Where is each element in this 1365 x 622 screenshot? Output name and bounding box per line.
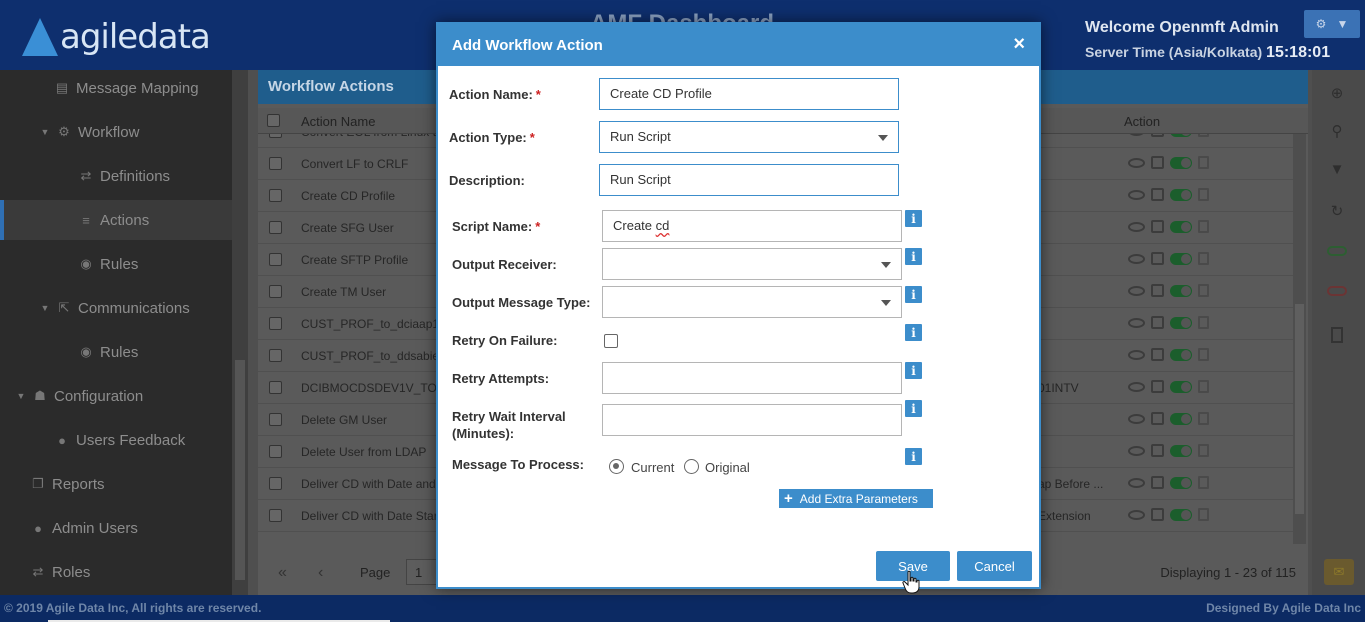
output-message-type-label: Output Message Type: — [452, 295, 591, 310]
action-type-label-text: Action Type: — [449, 130, 527, 145]
retry-wait-interval-label: Retry Wait Interval — [452, 409, 566, 424]
script-name-label-text: Script Name: — [452, 219, 533, 234]
plus-icon: + — [784, 490, 793, 507]
retry-wait-interval-input[interactable] — [602, 404, 902, 436]
script-name-misspelled-text: cd — [655, 218, 670, 233]
message-to-process-info-icon[interactable]: i — [905, 448, 922, 465]
required-marker: * — [529, 130, 535, 145]
output-message-type-info-icon[interactable]: i — [905, 286, 922, 303]
action-name-label-text: Action Name: — [449, 87, 533, 102]
original-radio[interactable] — [684, 459, 699, 474]
retry-on-failure-checkbox[interactable] — [604, 334, 618, 348]
action-type-selected-value: Run Script — [610, 129, 671, 144]
retry-attempts-info-icon[interactable]: i — [905, 362, 922, 379]
output-receiver-label: Output Receiver: — [452, 257, 557, 272]
add-extra-parameters-button[interactable]: + Add Extra Parameters — [779, 489, 933, 508]
action-name-label: Action Name: * — [449, 87, 541, 102]
dialog-header: Add Workflow Action × — [438, 24, 1039, 66]
output-message-type-select[interactable] — [602, 286, 902, 318]
retry-on-failure-info-icon[interactable]: i — [905, 324, 922, 341]
action-name-input[interactable]: Create CD Profile — [599, 78, 899, 110]
retry-attempts-label: Retry Attempts: — [452, 371, 550, 386]
add-workflow-action-dialog: Add Workflow Action × Action Name: * Crea… — [436, 22, 1041, 589]
dialog-title: Add Workflow Action — [452, 37, 603, 54]
close-icon[interactable]: × — [1013, 34, 1025, 54]
retry-on-failure-label: Retry On Failure: — [452, 333, 558, 348]
action-type-select[interactable]: Run Script — [599, 121, 899, 153]
script-name-input[interactable]: Create cd — [602, 210, 902, 242]
retry-wait-interval-info-icon[interactable]: i — [905, 400, 922, 417]
output-receiver-info-icon[interactable]: i — [905, 248, 922, 265]
current-radio[interactable] — [609, 459, 624, 474]
script-name-info-icon[interactable]: i — [905, 210, 922, 227]
add-extra-parameters-label: Add Extra Parameters — [799, 491, 918, 506]
hand-cursor-icon — [902, 570, 920, 594]
action-type-label: Action Type: * — [449, 130, 535, 145]
retry-attempts-input[interactable] — [602, 362, 902, 394]
cancel-button[interactable]: Cancel — [957, 551, 1032, 581]
current-radio-label[interactable]: Current — [631, 460, 674, 475]
required-marker: * — [535, 87, 541, 102]
message-to-process-label: Message To Process: — [452, 457, 584, 472]
retry-wait-interval-unit-label: (Minutes): — [452, 426, 515, 441]
description-input[interactable]: Run Script — [599, 164, 899, 196]
script-name-label: Script Name: * — [452, 219, 540, 234]
required-marker: * — [535, 219, 541, 234]
script-name-text: Create — [613, 218, 656, 233]
output-receiver-select[interactable] — [602, 248, 902, 280]
original-radio-label[interactable]: Original — [705, 460, 750, 475]
description-label: Description: — [449, 173, 525, 188]
